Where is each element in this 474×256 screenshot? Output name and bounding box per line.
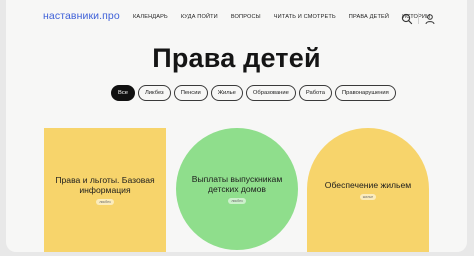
filter-offenses[interactable]: Правонарушения bbox=[334, 85, 396, 101]
nav-item-read-and-watch[interactable]: Читать и смотреть bbox=[274, 14, 336, 20]
nav-item-where-to-go[interactable]: Куда пойти bbox=[181, 14, 218, 20]
page-frame: наставники.про Календарь Куда пойти Вопр… bbox=[6, 0, 467, 252]
filter-pensions[interactable]: Пенсии bbox=[173, 85, 208, 101]
filter-basics[interactable]: Ликбез bbox=[138, 85, 171, 101]
article-card-rights-benefits[interactable]: Права и льготы. Базовая информация ликбе… bbox=[44, 128, 166, 252]
header: наставники.про Календарь Куда пойти Вопр… bbox=[6, 0, 467, 36]
filter-work[interactable]: Работа bbox=[298, 85, 332, 101]
card-title: Права и льготы. Базовая информация bbox=[55, 175, 155, 195]
filter-education[interactable]: Образование bbox=[245, 85, 296, 101]
logo[interactable]: наставники.про bbox=[43, 10, 120, 22]
card-tag: ликбез bbox=[228, 198, 246, 204]
header-divider bbox=[418, 12, 419, 24]
article-card-payments-orphans[interactable]: Выплаты выпускникам детских домов ликбез bbox=[176, 128, 298, 250]
card-tag: жилье bbox=[359, 194, 377, 200]
header-icons bbox=[401, 12, 436, 25]
article-card-housing[interactable]: Обеспечение жильем жилье bbox=[307, 128, 429, 252]
search-icon[interactable] bbox=[401, 12, 413, 25]
card-title: Обеспечение жильем bbox=[324, 180, 412, 190]
card-title: Выплаты выпускникам детских домов bbox=[191, 174, 283, 194]
filter-chips: Все Ликбез Пенсии Жилье Образование Рабо… bbox=[111, 85, 399, 101]
page-title: Права детей bbox=[152, 43, 321, 73]
filter-all[interactable]: Все bbox=[111, 85, 135, 101]
nav-item-childrens-rights[interactable]: Права детей bbox=[349, 14, 389, 20]
user-icon[interactable] bbox=[424, 12, 436, 25]
nav-item-questions[interactable]: Вопросы bbox=[231, 14, 261, 20]
card-tag: ликбез bbox=[96, 199, 114, 205]
filter-housing[interactable]: Жилье bbox=[210, 85, 243, 101]
nav-item-calendar[interactable]: Календарь bbox=[133, 14, 168, 20]
main-nav: Календарь Куда пойти Вопросы Читать и см… bbox=[133, 14, 443, 20]
